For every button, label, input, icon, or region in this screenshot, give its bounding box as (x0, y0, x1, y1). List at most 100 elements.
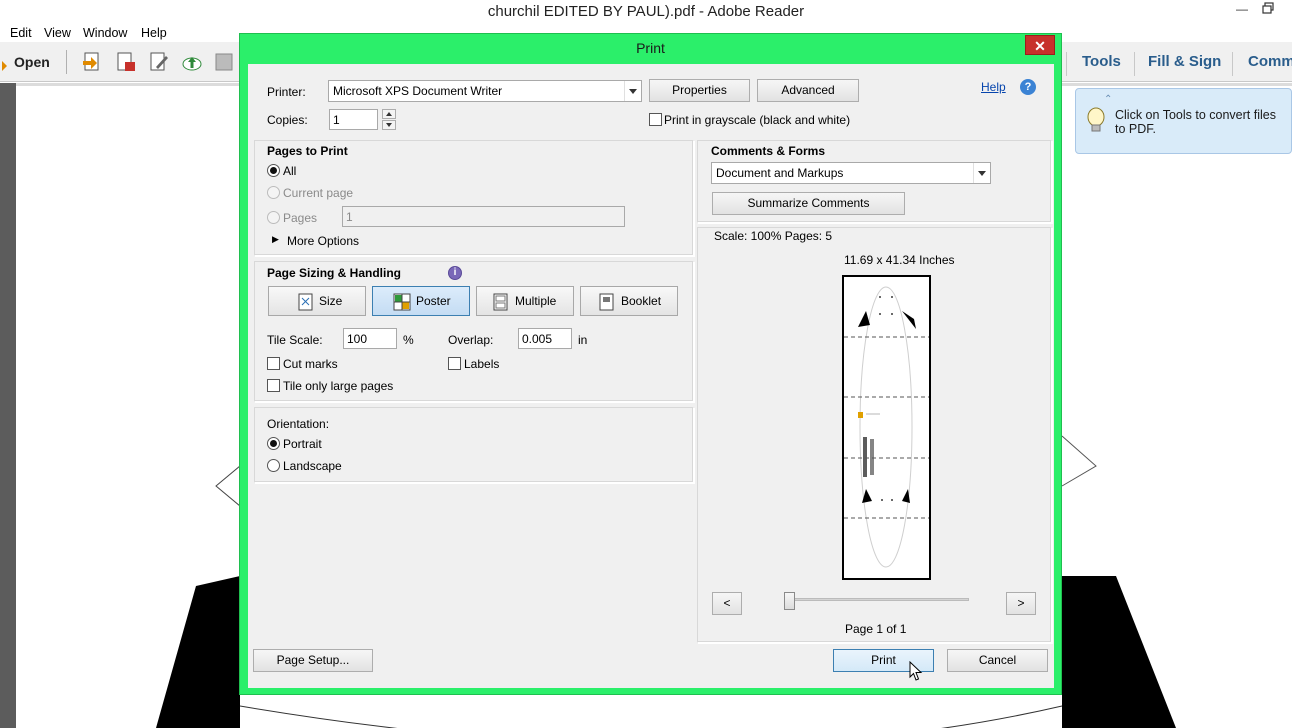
comments-forms-value: Document and Markups (716, 166, 844, 180)
close-button[interactable]: ✕ (1025, 35, 1055, 55)
multiple-icon (493, 293, 508, 311)
window-title: churchil EDITED BY PAUL).pdf - Adobe Rea… (487, 3, 805, 20)
all-pages-radio[interactable] (267, 164, 280, 177)
edit-pdf-icon[interactable] (148, 51, 170, 73)
multiple-label: Multiple (515, 294, 557, 308)
size-icon (298, 293, 313, 311)
page-range-input[interactable]: 1 (342, 206, 625, 227)
menu-window[interactable]: Window (83, 26, 127, 40)
toolbar-separator (66, 50, 67, 74)
expand-arrow-icon[interactable]: ▶ (272, 234, 279, 245)
preview-slider-thumb[interactable] (784, 592, 795, 610)
help-link[interactable]: Help (981, 80, 1006, 94)
tip-text: Click on Tools to convert files to PDF. (1115, 108, 1276, 136)
preview-page-slider[interactable] (784, 598, 969, 601)
cancel-button[interactable]: Cancel (947, 649, 1048, 672)
menu-help[interactable]: Help (141, 26, 167, 40)
printer-label: Printer: (267, 85, 306, 99)
preview-page-text: Page 1 of 1 (845, 622, 907, 636)
help-icon[interactable]: ? (1020, 79, 1036, 95)
size-label: Size (319, 294, 343, 308)
create-pdf-icon[interactable] (81, 51, 103, 73)
current-page-radio[interactable] (267, 186, 280, 199)
current-page-label: Current page (283, 186, 354, 200)
toolbar-separator (1232, 52, 1233, 76)
tools-tab[interactable]: Tools (1082, 50, 1121, 76)
size-button[interactable]: Size (268, 286, 366, 316)
tip-collapse-icon[interactable]: ⌃ (1104, 94, 1112, 105)
mouse-cursor-icon (909, 661, 923, 681)
multiple-button[interactable]: Multiple (476, 286, 574, 316)
grayscale-label: Print in grayscale (black and white) (664, 113, 851, 127)
lightbulb-icon (1087, 107, 1105, 132)
preview-content (844, 286, 929, 568)
poster-label: Poster (416, 294, 451, 308)
toolbar-separator (1134, 52, 1135, 76)
printer-select[interactable]: Microsoft XPS Document Writer (328, 80, 642, 102)
labels-checkbox[interactable] (448, 357, 461, 370)
summarize-comments-button[interactable]: Summarize Comments (712, 192, 905, 215)
more-options-toggle[interactable]: More Options (287, 234, 359, 248)
overlap-unit: in (578, 333, 588, 347)
portrait-radio[interactable] (267, 437, 280, 450)
tools-tip-popup[interactable]: ⌃ Click on Tools to convert files to PDF… (1075, 88, 1292, 154)
preview-page (842, 275, 931, 580)
cut-marks-label: Cut marks (283, 357, 338, 371)
tile-scale-unit: % (403, 333, 414, 347)
page-range-radio[interactable] (267, 211, 280, 224)
comments-forms-title: Comments & Forms (711, 144, 826, 158)
grayscale-checkbox[interactable] (649, 113, 662, 126)
landscape-label: Landscape (283, 459, 342, 473)
printer-value: Microsoft XPS Document Writer (333, 84, 503, 98)
minimize-icon[interactable]: — (1234, 2, 1250, 20)
orientation-title: Orientation: (267, 417, 330, 431)
open-button[interactable]: Open (0, 49, 60, 75)
landscape-radio[interactable] (267, 459, 280, 472)
pages-to-print-title: Pages to Print (267, 144, 348, 158)
copies-increment-icon[interactable] (382, 109, 396, 119)
menu-view[interactable]: View (44, 26, 71, 40)
page-setup-button[interactable]: Page Setup... (253, 649, 373, 672)
booklet-label: Booklet (621, 294, 662, 308)
upload-cloud-icon[interactable] (181, 51, 203, 73)
cut-marks-checkbox[interactable] (267, 357, 280, 370)
page-sizing-title: Page Sizing & Handling (267, 266, 402, 280)
tile-large-pages-checkbox[interactable] (267, 379, 280, 392)
app-titlebar: churchil EDITED BY PAUL).pdf - Adobe Rea… (0, 0, 1292, 24)
all-pages-label: All (283, 164, 297, 178)
tile-large-pages-label: Tile only large pages (283, 379, 394, 393)
overlap-input[interactable]: 0.005 (518, 328, 572, 349)
chevron-down-icon (624, 81, 641, 101)
info-icon[interactable]: i (448, 266, 462, 280)
comments-forms-select[interactable]: Document and Markups (711, 162, 991, 184)
chevron-down-icon (973, 163, 990, 183)
fill-sign-tab[interactable]: Fill & Sign (1148, 50, 1221, 76)
dialog-title: Print (636, 40, 665, 56)
poster-button[interactable]: Poster (372, 286, 470, 316)
export-pdf-icon[interactable] (115, 51, 137, 73)
tile-scale-input[interactable]: 100 (343, 328, 397, 349)
copies-input[interactable]: 1 (329, 109, 378, 130)
copies-decrement-icon[interactable] (382, 120, 396, 130)
restore-glyph (1262, 2, 1274, 14)
save-icon[interactable] (213, 51, 235, 73)
overlap-label: Overlap: (448, 333, 494, 347)
preview-size-text: 11.69 x 41.34 Inches (844, 253, 955, 267)
comment-tab[interactable]: Comm (1248, 50, 1292, 76)
open-label: Open (14, 54, 50, 70)
booklet-icon (599, 293, 614, 311)
booklet-button[interactable]: Booklet (580, 286, 678, 316)
labels-label: Labels (464, 357, 500, 371)
preview-next-button[interactable]: > (1006, 592, 1036, 615)
menu-edit[interactable]: Edit (10, 26, 32, 40)
properties-button[interactable]: Properties (649, 79, 750, 102)
preview-prev-button[interactable]: < (712, 592, 742, 615)
open-arrow-icon (2, 61, 7, 71)
dialog-body: Printer: Microsoft XPS Document Writer P… (248, 64, 1054, 688)
restore-icon[interactable] (1260, 2, 1276, 20)
navigation-pane-gutter[interactable] (0, 83, 16, 728)
page-range-label: Pages (283, 211, 318, 225)
poster-icon (393, 293, 411, 311)
print-dialog: Print ✕ Printer: Microsoft XPS Document … (239, 33, 1062, 695)
advanced-button[interactable]: Advanced (757, 79, 859, 102)
